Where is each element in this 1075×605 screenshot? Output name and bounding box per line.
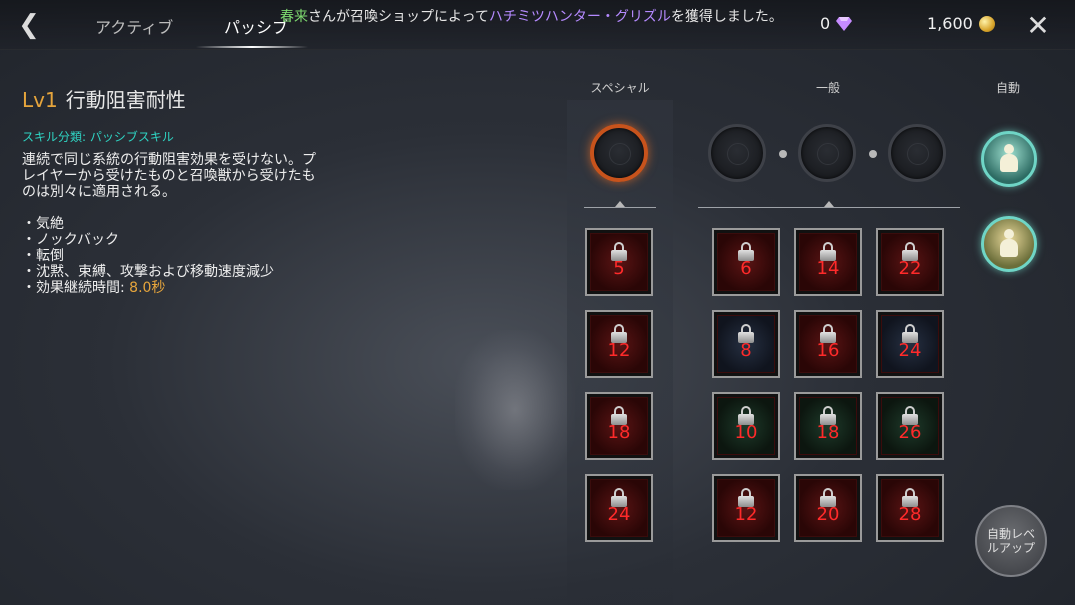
tab-active-skills[interactable]: アクティブ xyxy=(95,14,173,38)
unlock-level: 5 xyxy=(613,258,625,279)
general-skill-card[interactable]: 14 xyxy=(794,228,862,296)
notice-player-name: 春来 xyxy=(280,9,308,25)
effect-item: 気絶 xyxy=(22,216,274,232)
unlock-level: 26 xyxy=(898,422,922,443)
general-skill-card[interactable]: 6 xyxy=(712,228,780,296)
unlock-level: 24 xyxy=(607,504,631,525)
background-glow xyxy=(455,330,575,490)
lock-icon xyxy=(610,242,628,262)
general-skill-card[interactable]: 24 xyxy=(876,310,944,378)
unlock-level: 28 xyxy=(898,504,922,525)
special-skill-slot[interactable] xyxy=(590,124,648,182)
general-divider-arrow xyxy=(824,201,834,207)
special-skill-card-4[interactable]: 24 xyxy=(585,474,653,542)
lock-icon xyxy=(901,324,919,344)
general-skill-slot-3[interactable] xyxy=(888,124,946,182)
tab-passive-skills[interactable]: パッシブ xyxy=(224,14,288,38)
character-figure-icon xyxy=(998,144,1020,174)
general-skill-slot-2[interactable] xyxy=(798,124,856,182)
general-divider xyxy=(698,207,960,208)
unlock-level: 24 xyxy=(898,340,922,361)
unlock-level: 18 xyxy=(816,422,840,443)
unlock-level: 6 xyxy=(740,258,752,279)
effect-item: 転倒 xyxy=(22,248,274,264)
general-skill-card[interactable]: 22 xyxy=(876,228,944,296)
auto-level-up-button[interactable]: 自動レベ ルアップ xyxy=(975,505,1047,577)
lock-icon xyxy=(819,488,837,508)
unlock-level: 10 xyxy=(734,422,758,443)
lock-icon xyxy=(819,324,837,344)
top-bar: ❮ アクティブ パッシブ 春来さんが召喚ショップによってハチミツハンター・グリズ… xyxy=(0,0,1075,50)
effect-item: 沈黙、束縛、攻撃および移動速度減少 xyxy=(22,264,274,280)
skill-title: Lv1 行動阻害耐性 xyxy=(22,84,186,113)
notice-item-name: ハチミツハンター・グリズル xyxy=(488,9,671,25)
general-skill-card[interactable]: 18 xyxy=(794,392,862,460)
unlock-level: 12 xyxy=(607,340,631,361)
summon-notice: 春来さんが召喚ショップによってハチミツハンター・グリズルを獲得しました。 xyxy=(280,6,783,26)
lock-icon xyxy=(901,406,919,426)
back-arrow-icon[interactable]: ❮ xyxy=(14,10,44,40)
special-skill-card-2[interactable]: 12 xyxy=(585,310,653,378)
general-skill-card[interactable]: 8 xyxy=(712,310,780,378)
special-skill-card-1[interactable]: 5 xyxy=(585,228,653,296)
gem-count: 0 xyxy=(820,14,831,33)
effect-item: ノックバック xyxy=(22,232,274,248)
slot-separator-dot xyxy=(779,150,787,158)
auto-column-header: 自動 xyxy=(995,81,1020,95)
lock-icon xyxy=(737,324,755,344)
tab-underline xyxy=(196,46,308,48)
special-divider-arrow xyxy=(615,201,625,207)
notice-middle-text: さんが召喚ショップによって xyxy=(308,9,489,25)
lock-icon xyxy=(610,406,628,426)
close-icon[interactable]: ✕ xyxy=(1022,9,1054,42)
special-column-header: スペシャル xyxy=(590,81,650,95)
general-skill-slot-1[interactable] xyxy=(708,124,766,182)
general-skill-card[interactable]: 16 xyxy=(794,310,862,378)
unlock-level: 12 xyxy=(734,504,758,525)
lock-icon xyxy=(737,242,755,262)
lock-icon xyxy=(819,242,837,262)
lock-icon xyxy=(819,406,837,426)
duration-label: 効果継続時間: xyxy=(36,280,130,296)
gold-coin-icon xyxy=(978,15,995,32)
general-skill-card[interactable]: 28 xyxy=(876,474,944,542)
special-divider xyxy=(584,207,656,208)
unlock-level: 8 xyxy=(740,340,752,361)
unlock-level: 16 xyxy=(816,340,840,361)
general-skill-card[interactable]: 10 xyxy=(712,392,780,460)
unlock-level: 14 xyxy=(816,258,840,279)
skill-level: Lv1 xyxy=(22,88,58,112)
general-column-header: 一般 xyxy=(815,81,840,95)
effect-duration: 効果継続時間: 8.0秒 xyxy=(22,280,274,296)
effect-list: 気絶 ノックバック 転倒 沈黙、束縛、攻撃および移動速度減少 効果継続時間: 8… xyxy=(22,216,274,296)
coin-counter: 1,600 xyxy=(927,14,995,33)
lock-icon xyxy=(610,324,628,344)
lock-icon xyxy=(610,488,628,508)
special-skill-card-3[interactable]: 18 xyxy=(585,392,653,460)
gem-icon xyxy=(836,16,853,31)
skill-description: 連続で同じ系統の行動阻害効果を受けない。プレイヤーから受けたものと召喚獣から受け… xyxy=(22,152,316,200)
unlock-level: 22 xyxy=(898,258,922,279)
lock-icon xyxy=(901,488,919,508)
general-skill-card[interactable]: 26 xyxy=(876,392,944,460)
lock-icon xyxy=(901,242,919,262)
skill-category: スキル分類: パッシブスキル xyxy=(22,130,174,144)
unlock-level: 20 xyxy=(816,504,840,525)
skill-name: 行動阻害耐性 xyxy=(65,88,186,112)
general-skill-card[interactable]: 20 xyxy=(794,474,862,542)
notice-suffix-text: を獲得しました。 xyxy=(670,9,783,25)
lock-icon xyxy=(737,406,755,426)
unlock-level: 18 xyxy=(607,422,631,443)
coin-count: 1,600 xyxy=(927,14,973,33)
auto-skill-icon-2[interactable] xyxy=(981,216,1037,272)
character-figure-icon xyxy=(998,229,1020,259)
slot-separator-dot xyxy=(869,150,877,158)
general-skill-card[interactable]: 12 xyxy=(712,474,780,542)
duration-value: 8.0秒 xyxy=(129,280,166,296)
auto-skill-icon-1[interactable] xyxy=(981,131,1037,187)
lock-icon xyxy=(737,488,755,508)
gem-counter: 0 xyxy=(820,14,853,33)
